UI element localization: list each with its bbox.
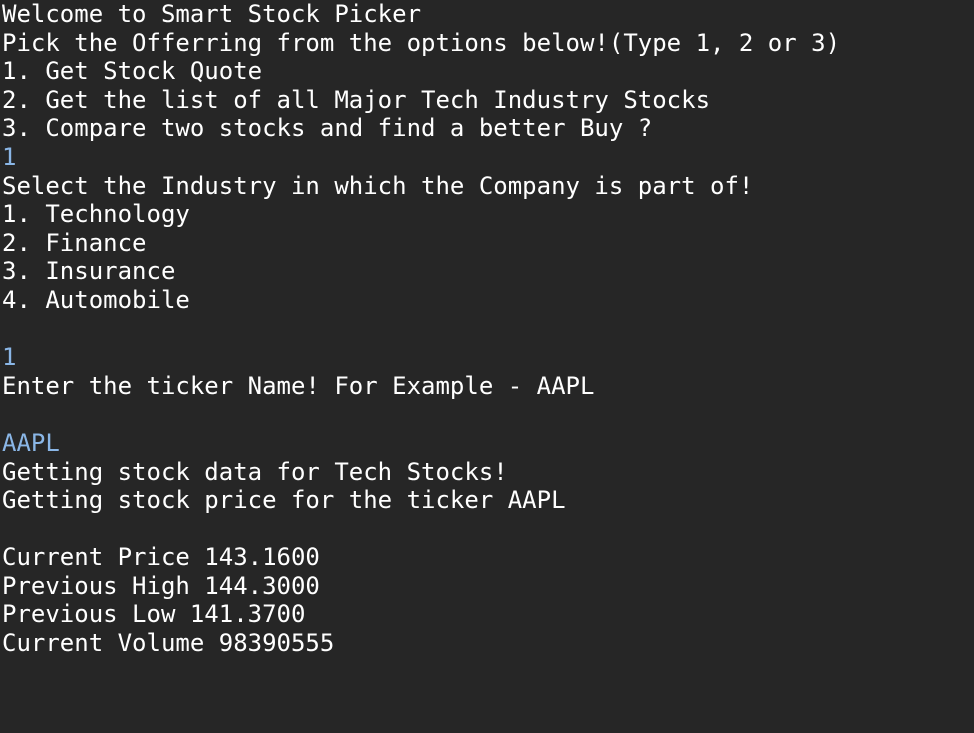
terminal-window[interactable]: Welcome to Smart Stock Picker Pick the Of… <box>0 0 974 733</box>
user-input-line: 1 <box>2 343 17 372</box>
console-line: Pick the Offerring from the options belo… <box>2 28 841 57</box>
console-line: Previous Low 141.3700 <box>2 600 306 629</box>
console-line: Current Volume 98390555 <box>2 629 335 658</box>
console-line: 3. Compare two stocks and find a better … <box>2 114 653 143</box>
console-line: 4. Automobile <box>2 285 190 314</box>
console-line: Current Price 143.1600 <box>2 543 320 572</box>
console-line: 1. Technology <box>2 200 190 229</box>
console-line: 3. Insurance <box>2 257 176 286</box>
console-line: Previous High 144.3000 <box>2 571 320 600</box>
console-line: Getting stock price for the ticker AAPL <box>2 486 566 515</box>
user-input-line: AAPL <box>2 428 60 457</box>
user-input-line: 1 <box>2 142 17 171</box>
console-line: 1. Get Stock Quote <box>2 57 263 86</box>
console-line: 2. Get the list of all Major Tech Indust… <box>2 85 711 114</box>
console-line: Enter the ticker Name! For Example - AAP… <box>2 371 595 400</box>
console-output: Welcome to Smart Stock Picker Pick the Of… <box>2 0 840 658</box>
console-line: Getting stock data for Tech Stocks! <box>2 457 508 486</box>
console-line: Welcome to Smart Stock Picker <box>2 0 422 28</box>
console-line: Select the Industry in which the Company… <box>2 171 754 200</box>
console-line: 2. Finance <box>2 228 147 257</box>
